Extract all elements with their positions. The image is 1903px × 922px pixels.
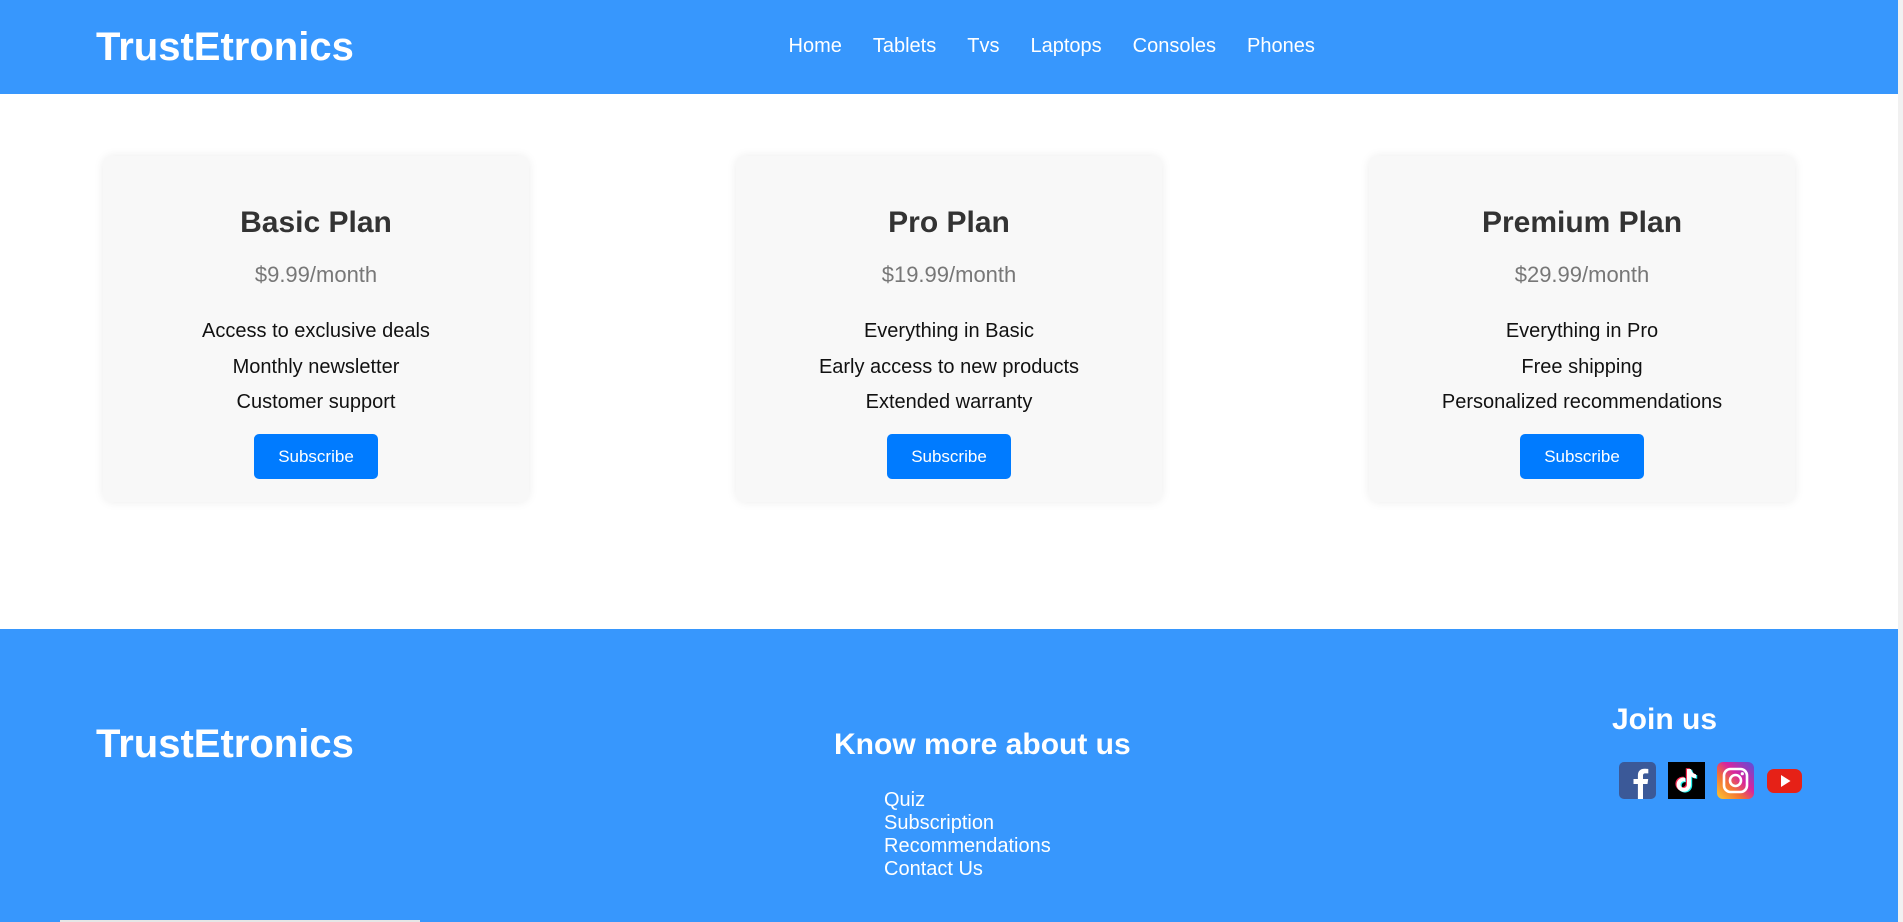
plan-features: Everything in Pro Free shipping Personal…: [1369, 313, 1795, 420]
footer-about-title: Know more about us: [834, 728, 1131, 761]
nav-tablets[interactable]: Tablets: [857, 34, 951, 58]
nav-consoles[interactable]: Consoles: [1117, 34, 1231, 58]
brand-logo[interactable]: TrustEtronics: [96, 24, 354, 70]
plan-feature: Early access to new products: [818, 355, 1080, 378]
plan-feature: Access to exclusive deals: [202, 320, 430, 342]
scrollbar[interactable]: [1898, 0, 1903, 922]
plan-title: Basic Plan: [240, 206, 392, 239]
plan-feature: Monthly newsletter: [232, 355, 400, 378]
nav-home[interactable]: Home: [773, 34, 857, 58]
plan-title: Premium Plan: [1481, 206, 1683, 239]
subscribe-button-premium[interactable]: Subscribe: [1520, 434, 1644, 479]
plan-feature: Everything in Basic: [863, 320, 1035, 342]
nav-laptops[interactable]: Laptops: [1015, 34, 1117, 58]
plan-price: $29.99/month: [1514, 262, 1650, 287]
footer-brand: TrustEtronics: [96, 722, 354, 766]
main-column: TrustEtronics Home Tablets Tvs Laptops C…: [0, 0, 1898, 922]
main-nav: Home Tablets Tvs Laptops Consoles Phones: [773, 34, 1330, 58]
join-us-title: Join us: [1612, 703, 1718, 736]
subscribe-button-pro[interactable]: Subscribe: [887, 434, 1011, 479]
plan-feature: Personalized recommendations: [1441, 391, 1723, 413]
site-footer: TrustEtronics Know more about us Quiz Su…: [0, 629, 1898, 922]
instagram-icon[interactable]: [1717, 762, 1754, 799]
plan-price: $9.99/month: [254, 262, 378, 287]
plan-feature: Free shipping: [1521, 355, 1643, 378]
plan-feature: Everything in Pro: [1505, 320, 1659, 342]
nav-tvs[interactable]: Tvs: [952, 34, 1015, 58]
social-links: [1619, 762, 1803, 799]
footer-link-recommendations[interactable]: Recommendations: [884, 835, 1051, 858]
plan-price: $19.99/month: [881, 262, 1017, 287]
plan-title: Pro Plan: [888, 206, 1010, 239]
plan-card-pro: Pro Plan $19.99/month Everything in Basi…: [736, 156, 1162, 502]
youtube-icon[interactable]: [1766, 762, 1803, 799]
footer-link-contact-us[interactable]: Contact Us: [884, 858, 1051, 881]
tiktok-icon[interactable]: [1668, 762, 1705, 799]
facebook-icon[interactable]: [1619, 762, 1656, 799]
page: TrustEtronics Home Tablets Tvs Laptops C…: [0, 0, 1903, 922]
footer-link-quiz[interactable]: Quiz: [884, 789, 1051, 812]
nav-phones[interactable]: Phones: [1232, 34, 1331, 58]
site-header: TrustEtronics Home Tablets Tvs Laptops C…: [0, 0, 1898, 94]
footer-link-subscription[interactable]: Subscription: [884, 812, 1051, 835]
footer-links: Quiz Subscription Recommendations Contac…: [884, 789, 1051, 881]
plan-feature: Extended warranty: [865, 391, 1033, 413]
plan-feature: Customer support: [236, 391, 396, 413]
plan-features: Access to exclusive deals Monthly newsle…: [103, 313, 529, 420]
plan-card-premium: Premium Plan $29.99/month Everything in …: [1369, 156, 1795, 502]
plan-card-basic: Basic Plan $9.99/month Access to exclusi…: [103, 156, 529, 502]
subscribe-button-basic[interactable]: Subscribe: [254, 434, 378, 479]
plan-features: Everything in Basic Early access to new …: [736, 313, 1162, 420]
